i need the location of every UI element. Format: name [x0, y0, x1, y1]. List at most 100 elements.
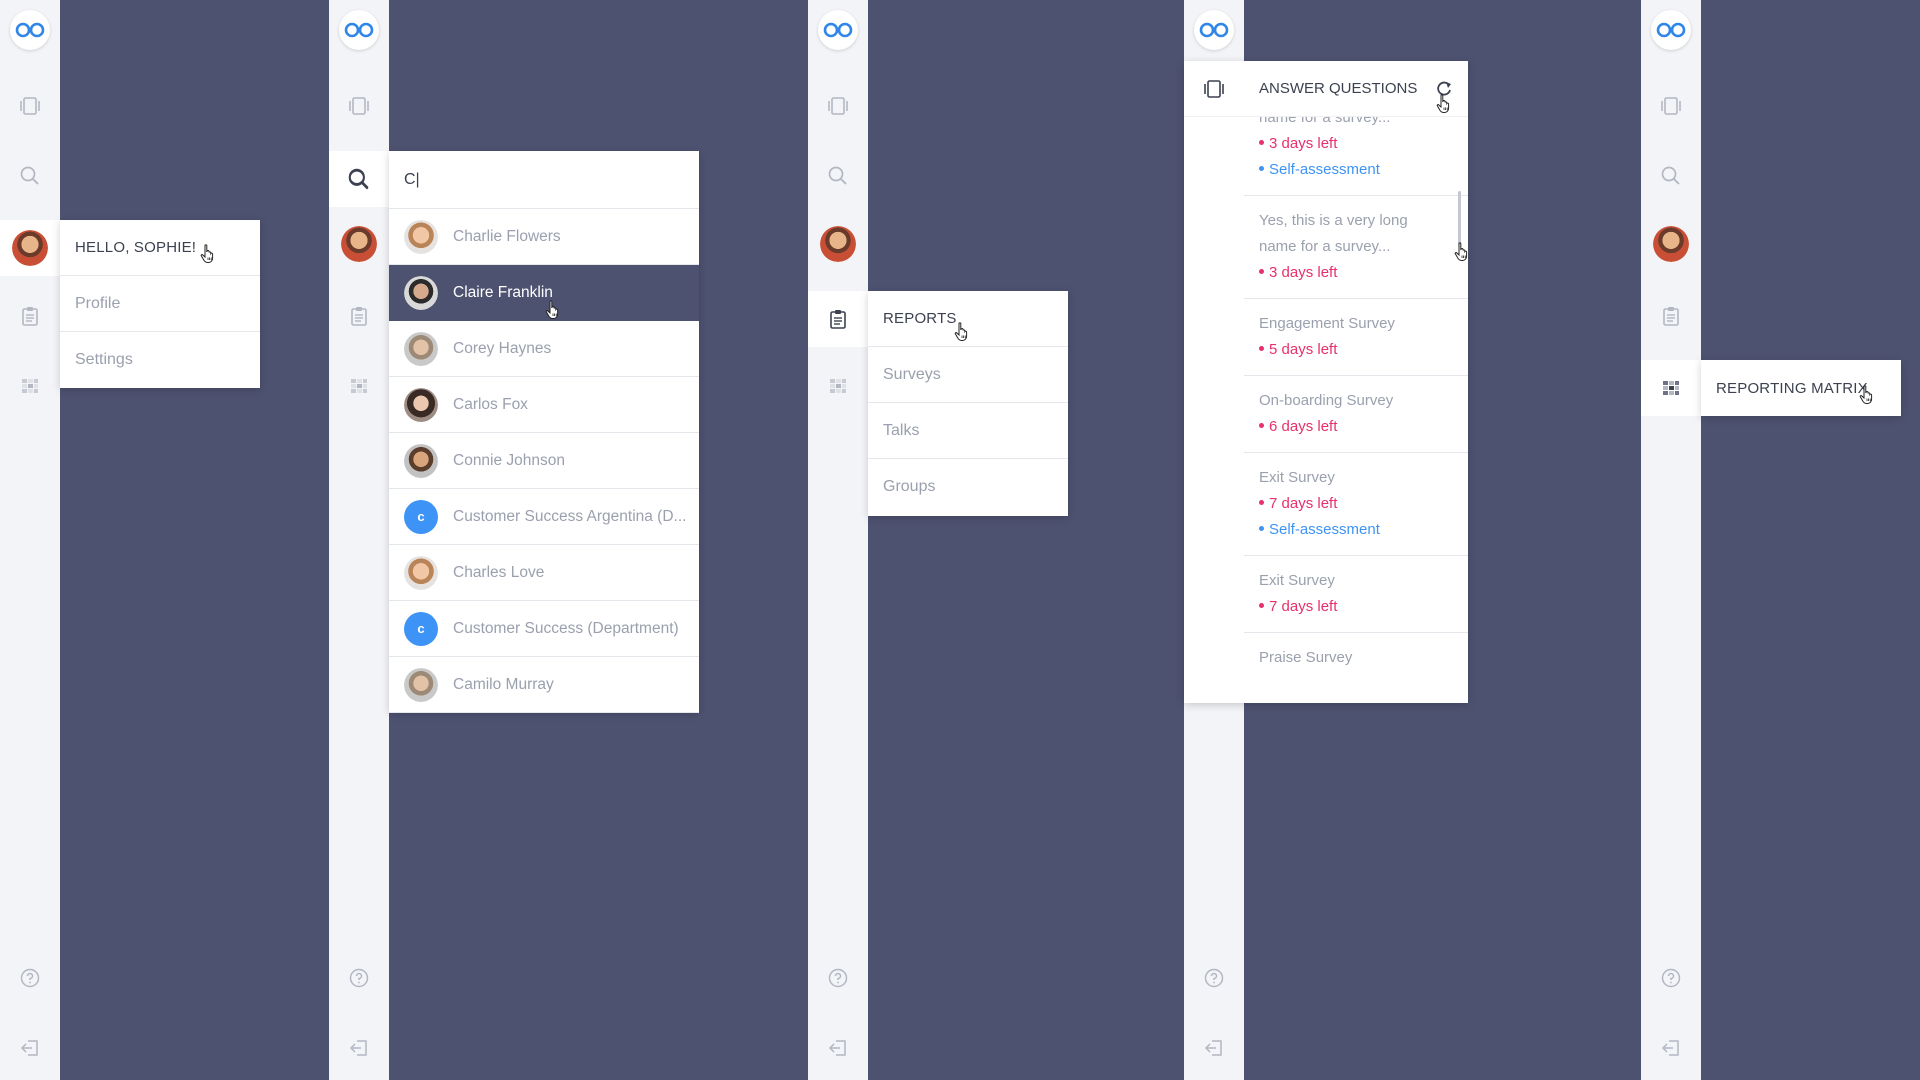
survey-name: Exit Survey [1259, 469, 1335, 486]
clipboard-icon[interactable] [1659, 304, 1683, 328]
survey-list-item[interactable]: Engagement Survey 5 days left [1244, 299, 1468, 376]
logout-icon[interactable] [18, 1036, 42, 1060]
search-result-row[interactable]: Charlie Flowers [389, 209, 699, 265]
logout-icon[interactable] [1202, 1036, 1226, 1060]
matrix-grid-icon[interactable] [826, 374, 850, 398]
due-dot [1259, 139, 1264, 145]
surveys-menu-item[interactable]: Surveys [868, 347, 1068, 403]
avatar [404, 555, 438, 590]
survey-list-item[interactable]: Exit Survey 7 days left [1244, 556, 1468, 633]
survey-name: Engagement Survey [1259, 315, 1395, 332]
infinity-logo-icon[interactable] [339, 10, 379, 50]
survey-name: On-boarding Survey [1259, 392, 1394, 409]
survey-due: 5 days left [1259, 337, 1453, 363]
hand-pointer-icon [1454, 242, 1470, 262]
search-result-name: Customer Success Argentina (D... [453, 507, 687, 525]
search-result-row[interactable]: c Customer Success (Department) [389, 601, 699, 657]
cards-stack-icon[interactable] [347, 94, 371, 118]
due-dot [1259, 268, 1264, 274]
matrix-grid-icon[interactable] [1659, 376, 1683, 400]
survey-list-item[interactable]: On-boarding Survey 6 days left [1244, 376, 1468, 453]
cards-stack-icon[interactable] [1659, 94, 1683, 118]
sidebar-rail [329, 0, 389, 1080]
search-result-name: Carlos Fox [453, 395, 528, 413]
search-result-row[interactable]: Carlos Fox [389, 377, 699, 433]
settings-label: Settings [75, 351, 133, 368]
answer-questions-panel: ANSWER QUESTIONS name for a survey... 3 … [1184, 61, 1468, 703]
logout-icon[interactable] [826, 1036, 850, 1060]
sidebar-rail [808, 0, 868, 1080]
search-result-row[interactable]: Charles Love [389, 545, 699, 601]
search-icon[interactable] [826, 164, 850, 188]
matrix-grid-icon[interactable] [347, 374, 371, 398]
hand-pointer-icon [1859, 385, 1875, 405]
clipboard-icon[interactable] [826, 307, 850, 331]
avatar [404, 387, 438, 422]
search-icon[interactable] [347, 168, 371, 192]
avatar [404, 667, 438, 702]
logout-icon[interactable] [347, 1036, 371, 1060]
settings-menu-item[interactable]: Settings [60, 332, 260, 388]
survey-list-item[interactable]: Yes, this is a very long name for a surv… [1244, 196, 1468, 299]
search-result-row[interactable]: Claire Franklin [389, 265, 699, 321]
greeting-label: HELLO, SOPHIE! [75, 239, 197, 256]
avatar[interactable] [12, 230, 48, 266]
search-input[interactable]: C| [389, 151, 699, 209]
cards-stack-icon[interactable] [826, 94, 850, 118]
hand-pointer-icon [1436, 94, 1452, 114]
avatar[interactable] [820, 226, 856, 262]
hand-pointer-icon [954, 322, 970, 342]
avatar [404, 219, 438, 254]
logout-icon[interactable] [1659, 1036, 1683, 1060]
help-circle-icon[interactable] [18, 966, 42, 990]
help-circle-icon[interactable] [1202, 966, 1226, 990]
search-result-name: Connie Johnson [453, 451, 566, 469]
help-circle-icon[interactable] [826, 966, 850, 990]
survey-list-item[interactable]: Praise Survey [1244, 633, 1468, 683]
search-icon[interactable] [1659, 164, 1683, 188]
infinity-logo-icon[interactable] [1651, 10, 1691, 50]
matrix-grid-icon[interactable] [18, 374, 42, 398]
cards-stack-icon[interactable] [18, 94, 42, 118]
avatar [404, 443, 438, 478]
infinity-logo-icon[interactable] [818, 10, 858, 50]
avatar [404, 275, 438, 310]
groups-label: Groups [883, 478, 936, 495]
search-result-row[interactable]: c Customer Success Argentina (D... [389, 489, 699, 545]
answer-questions-header: ANSWER QUESTIONS [1184, 61, 1468, 117]
infinity-logo-icon[interactable] [10, 10, 50, 50]
hand-pointer-icon [200, 244, 216, 264]
surveys-label: Surveys [883, 365, 941, 383]
search-result-row[interactable]: Camilo Murray [389, 657, 699, 713]
survey-due-text: 7 days left [1269, 598, 1338, 615]
survey-name: Yes, this is a very long name for a surv… [1259, 212, 1408, 255]
talks-menu-item[interactable]: Talks [868, 403, 1068, 459]
due-dot [1259, 422, 1264, 428]
avatar [404, 331, 438, 366]
survey-tag-text: Self-assessment [1269, 161, 1380, 178]
greeting-header[interactable]: HELLO, SOPHIE! [60, 220, 260, 276]
profile-menu-item[interactable]: Profile [60, 276, 260, 332]
search-result-row[interactable]: Connie Johnson [389, 433, 699, 489]
avatar[interactable] [1653, 226, 1689, 262]
survey-due-text: 6 days left [1269, 418, 1338, 435]
scrollbar[interactable] [1458, 191, 1461, 245]
profile-label: Profile [75, 294, 121, 312]
survey-due: 7 days left [1259, 491, 1453, 517]
help-circle-icon[interactable] [347, 966, 371, 990]
groups-menu-item[interactable]: Groups [868, 459, 1068, 515]
search-result-row[interactable]: Corey Haynes [389, 321, 699, 377]
answer-questions-list[interactable]: name for a survey... 3 days left Self-as… [1244, 101, 1468, 703]
avatar[interactable] [341, 226, 377, 262]
survey-tag: Self-assessment [1259, 517, 1453, 543]
search-result-name: Claire Franklin [453, 283, 553, 301]
clipboard-icon[interactable] [18, 304, 42, 328]
search-result-name: Camilo Murray [453, 675, 554, 693]
infinity-logo-icon[interactable] [1194, 10, 1234, 50]
help-circle-icon[interactable] [1659, 966, 1683, 990]
survey-list-item[interactable]: Exit Survey 7 days left Self-assessment [1244, 453, 1468, 556]
sidebar-rail [0, 0, 60, 1080]
survey-due-text: 7 days left [1269, 495, 1338, 512]
clipboard-icon[interactable] [347, 304, 371, 328]
search-icon[interactable] [18, 164, 42, 188]
